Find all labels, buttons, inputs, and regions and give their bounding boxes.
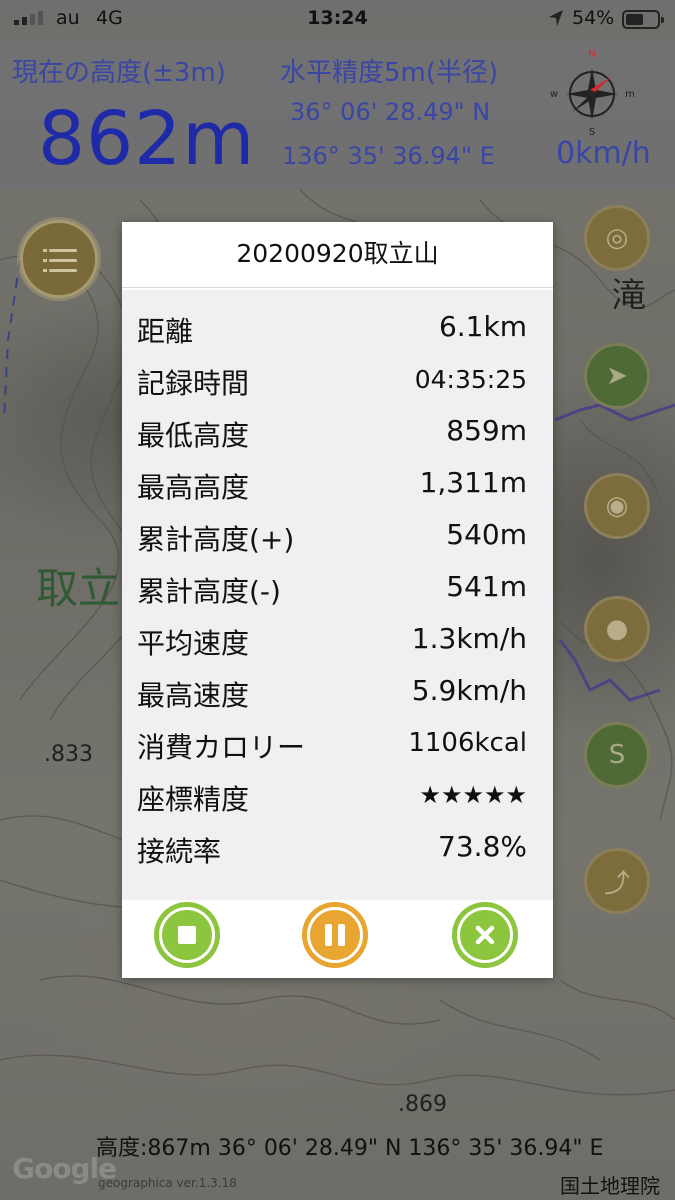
stat-label: 消費カロリー xyxy=(137,731,306,764)
stop-button[interactable] xyxy=(154,902,220,968)
menu-button[interactable] xyxy=(20,220,98,298)
stat-label: 距離 xyxy=(137,315,194,348)
stat-row-distance: 距離 6.1km xyxy=(122,302,553,354)
altitude-header: 現在の高度(±3m) 862m 水平精度5m(半径) 36° 06' 28.49… xyxy=(0,38,675,190)
navigate-icon: ➤ xyxy=(606,361,628,391)
accuracy-stars: ★★★★★ xyxy=(419,781,527,809)
layers-button[interactable]: ◎ xyxy=(584,205,650,271)
stat-row-calories: 消費カロリー 1106kcal xyxy=(122,718,553,770)
stat-value: 1106kcal xyxy=(408,728,527,758)
pause-icon xyxy=(325,924,345,946)
stat-row-average-speed: 平均速度 1.3km/h xyxy=(122,614,553,666)
stat-value: 541m xyxy=(446,570,527,603)
stat-label: 最高速度 xyxy=(137,679,250,712)
dialog-button-bar xyxy=(122,902,553,978)
stat-row-min-altitude: 最低高度 859m xyxy=(122,406,553,458)
stat-label: 座標精度 xyxy=(137,783,250,816)
stat-value: 540m xyxy=(446,518,527,551)
stat-value: 6.1km xyxy=(438,310,527,343)
track-button[interactable]: ◉ xyxy=(584,473,650,539)
battery-icon xyxy=(622,10,664,29)
route-button[interactable]: S xyxy=(584,722,650,788)
route-icon: S xyxy=(608,740,626,770)
longitude: 136° 35' 36.94" E xyxy=(282,142,495,170)
stat-label: 累計高度(-) xyxy=(137,575,281,608)
stop-icon xyxy=(178,926,196,944)
layers-icon: ◎ xyxy=(605,223,629,253)
altitude-value: 862m xyxy=(38,96,256,182)
export-icon: ⤴ xyxy=(603,868,630,899)
stat-value: 04:35:25 xyxy=(414,365,527,394)
map-credit: 国土地理院 xyxy=(560,1174,660,1198)
stat-label: 接続率 xyxy=(137,835,222,868)
close-button[interactable] xyxy=(452,902,518,968)
battery-percent: 54% xyxy=(572,7,615,29)
speed-value: 0km/h xyxy=(556,136,651,171)
altitude-title: 現在の高度(±3m) xyxy=(12,58,226,88)
pin-button[interactable]: ● xyxy=(584,596,650,662)
map-pin-icon: ● xyxy=(605,614,629,644)
stat-row-connection-rate: 接続率 73.8% xyxy=(122,822,553,874)
map-spot-height-833: .833 xyxy=(44,742,93,767)
stat-row-total-descent: 累計高度(-) 541m xyxy=(122,562,553,614)
compass-s: S xyxy=(589,127,595,136)
compass-w: w xyxy=(550,89,558,100)
map-label-toritate: 取立 xyxy=(36,564,121,613)
export-button[interactable]: ⤴ xyxy=(584,848,650,914)
stat-label: 累計高度(+) xyxy=(137,523,295,556)
stat-value: 1,311m xyxy=(419,466,527,499)
close-icon xyxy=(475,925,495,945)
compass-n: N xyxy=(588,49,595,60)
latitude: 36° 06' 28.49" N xyxy=(290,98,491,126)
stat-label: 記録時間 xyxy=(137,367,250,400)
accuracy-title: 水平精度5m(半径) xyxy=(280,58,499,88)
stat-value: 859m xyxy=(446,414,527,447)
stat-row-max-altitude: 最高高度 1,311m xyxy=(122,458,553,510)
stat-value: 73.8% xyxy=(438,830,527,863)
compass-e: m xyxy=(625,89,634,100)
stat-row-record-time: 記録時間 04:35:25 xyxy=(122,354,553,406)
location-arrow-icon xyxy=(549,10,563,26)
track-icon: ◉ xyxy=(605,491,629,521)
pause-button[interactable] xyxy=(302,902,368,968)
stat-value: 5.9km/h xyxy=(411,674,527,707)
footer-coordinates: 高度:867m 36° 06' 28.49" N 136° 35' 36.94"… xyxy=(96,1136,604,1161)
stat-row-max-speed: 最高速度 5.9km/h xyxy=(122,666,553,718)
app-version: geographica ver.1.3.18 xyxy=(98,1176,237,1190)
navigate-button[interactable]: ➤ xyxy=(584,343,650,409)
compass-icon[interactable]: N S m w xyxy=(550,44,634,136)
stat-label: 最高高度 xyxy=(137,471,250,504)
map-spot-height-869: .869 xyxy=(398,1092,447,1117)
stat-value: 1.3km/h xyxy=(411,622,527,655)
stats-list: 距離 6.1km 記録時間 04:35:25 最低高度 859m 最高高度 1,… xyxy=(122,290,553,900)
stat-row-total-ascent: 累計高度(+) 540m xyxy=(122,510,553,562)
status-bar: au 4G 13:24 54% xyxy=(0,0,675,38)
dialog-title: 20200920取立山 xyxy=(122,222,553,288)
stat-label: 最低高度 xyxy=(137,419,250,452)
map-label-taki: 滝 xyxy=(612,276,646,316)
stat-row-coordinate-accuracy: 座標精度 ★★★★★ xyxy=(122,770,553,822)
stat-label: 平均速度 xyxy=(137,627,250,660)
track-summary-dialog: 20200920取立山 距離 6.1km 記録時間 04:35:25 最低高度 … xyxy=(122,222,553,978)
